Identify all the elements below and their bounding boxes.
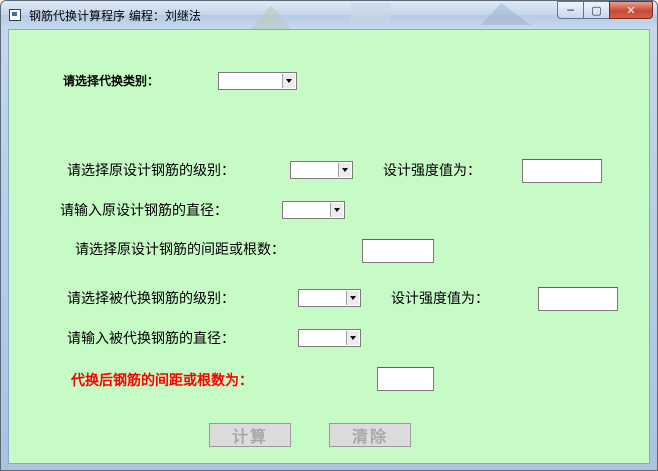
chevron-down-icon[interactable] [282,74,295,88]
titlebar-decoration [251,3,531,29]
orig-spacing-label: 请选择原设计钢筋的间距或根数： [75,242,285,258]
orig-grade-select[interactable] [290,161,353,179]
minimize-icon: ─ [567,3,574,17]
category-select[interactable] [218,72,297,90]
app-window: 钢筋代换计算程序 编程：刘继法 ─ ▢ ✕ 请选择代换类别： 请选择原设计钢筋的… [0,0,658,471]
orig-strength-label: 设计强度值为： [383,163,481,179]
result-field[interactable] [377,367,434,391]
orig-spacing-field[interactable] [362,239,434,263]
calculate-button[interactable]: 计算 [209,423,291,447]
sub-grade-label: 请选择被代换钢筋的级别： [67,291,235,307]
maximize-button[interactable]: ▢ [583,1,609,19]
sub-diameter-label: 请输入被代换钢筋的直径： [67,331,235,347]
minimize-button[interactable]: ─ [557,1,583,19]
chevron-down-icon[interactable] [346,331,359,345]
orig-strength-field[interactable] [522,159,602,183]
category-label: 请选择代换类别： [63,74,160,88]
chevron-down-icon[interactable] [330,203,343,217]
app-icon [9,9,21,21]
form-area: 请选择代换类别： 请选择原设计钢筋的级别： 设计强度值为： 请输入原设计钢筋的直… [8,29,650,464]
result-label: 代换后钢筋的间距或根数为： [71,373,253,389]
sub-diameter-select[interactable] [298,329,361,347]
sub-strength-field[interactable] [538,287,618,311]
maximize-icon: ▢ [591,3,602,17]
window-title: 钢筋代换计算程序 编程：刘继法 [29,9,201,23]
orig-diameter-select[interactable] [282,201,345,219]
sub-strength-label: 设计强度值为： [391,291,489,307]
clear-button[interactable]: 清除 [329,423,411,447]
close-icon: ✕ [626,3,636,17]
chevron-down-icon[interactable] [346,291,359,305]
orig-grade-label: 请选择原设计钢筋的级别： [67,163,235,179]
close-button[interactable]: ✕ [609,1,653,19]
orig-diameter-label: 请输入原设计钢筋的直径： [60,203,228,219]
title-bar[interactable]: 钢筋代换计算程序 编程：刘继法 ─ ▢ ✕ [1,1,657,29]
sub-grade-select[interactable] [298,289,361,307]
window-controls: ─ ▢ ✕ [557,1,653,21]
chevron-down-icon[interactable] [338,163,351,177]
